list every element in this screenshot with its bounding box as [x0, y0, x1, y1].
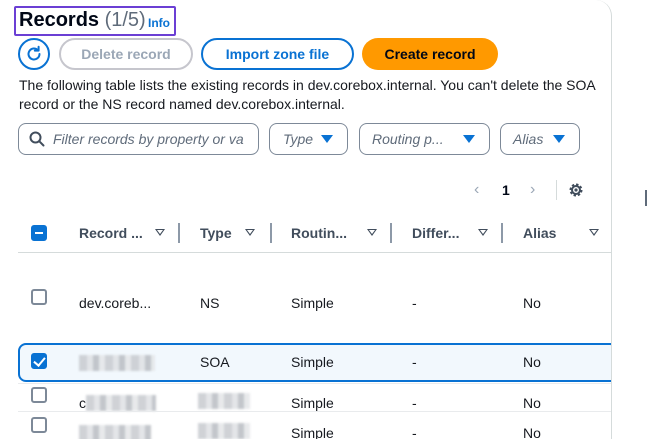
sort-icon[interactable]	[589, 229, 599, 236]
row-divider	[18, 383, 611, 384]
import-zone-file-button[interactable]: Import zone file	[201, 38, 354, 70]
alias-filter-select[interactable]: Alias	[500, 123, 580, 155]
filter-records-input[interactable]: Filter records by property or va	[18, 123, 259, 155]
differentiator-cell: -	[412, 295, 417, 311]
alias-cell: No	[523, 354, 541, 370]
redacted-record-type	[198, 423, 250, 439]
row-checkbox[interactable]	[31, 289, 47, 305]
alias-cell: No	[523, 295, 541, 311]
page-title: Records (1/5)	[19, 9, 146, 32]
alias-cell: No	[523, 425, 541, 439]
column-header-alias[interactable]: Alias	[523, 225, 556, 241]
column-divider[interactable]	[270, 223, 272, 243]
row-checkbox[interactable]	[31, 417, 47, 433]
routing-policy-filter-select[interactable]: Routing p...	[359, 123, 490, 155]
redacted-record-name	[79, 355, 155, 371]
type-filter-select[interactable]: Type	[269, 123, 348, 155]
delete-record-button[interactable]: Delete record	[59, 38, 193, 70]
differentiator-cell: -	[412, 425, 417, 439]
table-description: The following table lists the existing r…	[19, 77, 595, 112]
routing-policy-cell: Simple	[291, 425, 334, 439]
search-icon	[29, 131, 45, 147]
alias-filter-placeholder: Alias	[513, 131, 544, 147]
routing-policy-cell: Simple	[291, 395, 334, 411]
column-divider[interactable]	[178, 223, 180, 243]
column-divider[interactable]	[501, 223, 503, 243]
column-header-routing-policy[interactable]: Routin...	[291, 225, 347, 241]
previous-page-icon[interactable]: ‹	[474, 181, 479, 199]
next-page-icon[interactable]: ›	[530, 181, 535, 199]
scrollbar-indicator[interactable]	[645, 190, 647, 206]
caret-down-icon	[463, 135, 475, 143]
alias-cell: No	[523, 395, 541, 411]
redacted-record-type	[198, 393, 250, 409]
header-divider	[18, 252, 611, 253]
pager-divider	[556, 180, 557, 200]
caret-down-icon	[321, 135, 333, 143]
column-header-type[interactable]: Type	[200, 225, 232, 241]
routing-filter-placeholder: Routing p...	[372, 131, 444, 147]
select-all-checkbox[interactable]	[31, 225, 47, 241]
differentiator-cell: -	[412, 395, 417, 411]
record-type-cell: NS	[200, 295, 220, 311]
filter-placeholder: Filter records by property or va	[53, 131, 244, 147]
title-text: Records	[19, 9, 100, 31]
record-count: (1/5)	[104, 9, 146, 31]
caret-down-icon	[553, 135, 565, 143]
column-divider[interactable]	[390, 223, 392, 243]
routing-policy-cell: Simple	[291, 295, 334, 311]
row-divider	[18, 411, 611, 412]
sort-icon[interactable]	[367, 229, 377, 236]
gear-icon[interactable]	[567, 181, 585, 199]
create-record-button[interactable]: Create record	[362, 38, 498, 70]
record-name-cell[interactable]: c	[79, 395, 86, 411]
record-name-cell[interactable]: dev.coreb...	[79, 295, 151, 311]
differentiator-cell: -	[412, 354, 417, 370]
type-filter-placeholder: Type	[283, 131, 314, 147]
page-number[interactable]: 1	[502, 182, 510, 198]
redacted-record-name	[79, 425, 151, 439]
refresh-button[interactable]	[18, 38, 50, 70]
column-header-differentiator[interactable]: Differ...	[412, 225, 459, 241]
info-link[interactable]: Info	[148, 16, 170, 30]
records-panel: Records (1/5) Info Delete record Import …	[0, 0, 612, 439]
routing-policy-cell: Simple	[291, 354, 334, 370]
record-type-cell: SOA	[200, 354, 230, 370]
sort-icon[interactable]	[478, 229, 488, 236]
redacted-record-name	[86, 395, 156, 411]
refresh-icon	[27, 45, 41, 61]
row-checkbox[interactable]	[31, 387, 47, 403]
sort-icon[interactable]	[245, 229, 255, 236]
sort-icon[interactable]	[155, 229, 165, 236]
row-checkbox[interactable]	[31, 353, 47, 369]
column-header-record-name[interactable]: Record ...	[79, 225, 143, 241]
